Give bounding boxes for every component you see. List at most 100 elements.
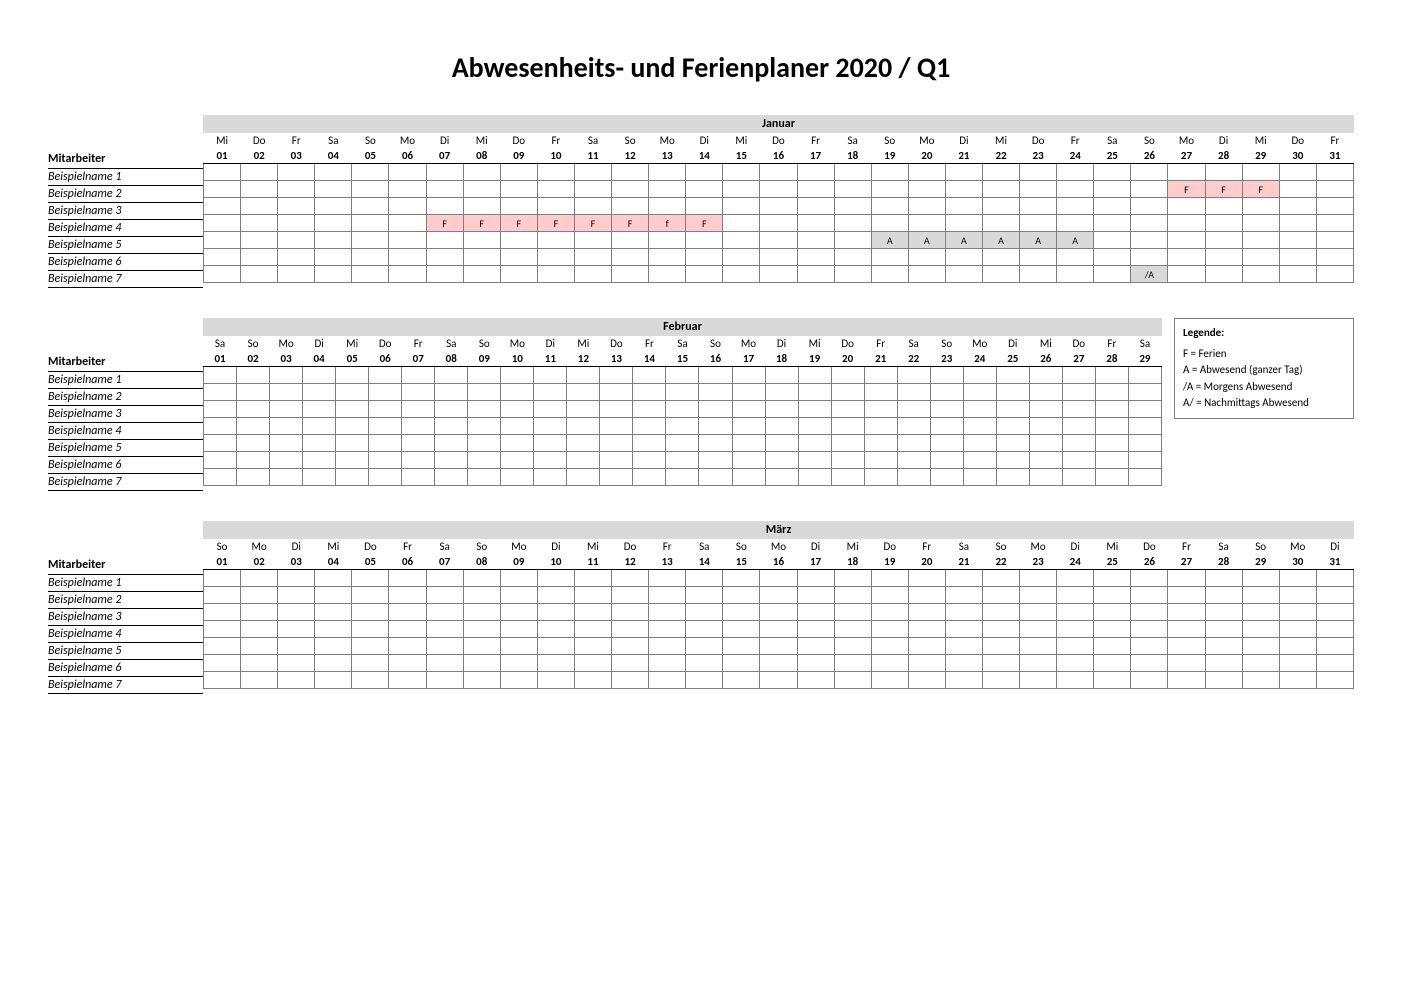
planner-cell[interactable]	[834, 249, 871, 266]
planner-cell[interactable]	[426, 249, 463, 266]
planner-cell[interactable]	[435, 401, 468, 418]
planner-cell[interactable]	[1057, 655, 1094, 672]
planner-cell[interactable]	[1316, 587, 1353, 604]
planner-cell[interactable]	[732, 469, 765, 486]
planner-cell[interactable]	[1020, 672, 1057, 689]
planner-cell[interactable]	[389, 570, 426, 587]
planner-cell[interactable]	[1131, 655, 1168, 672]
planner-cell[interactable]	[945, 215, 982, 232]
planner-cell[interactable]	[963, 418, 996, 435]
planner-cell[interactable]	[389, 164, 426, 181]
planner-cell[interactable]	[534, 435, 567, 452]
planner-cell[interactable]	[612, 570, 649, 587]
planner-cell[interactable]	[834, 604, 871, 621]
planner-cell[interactable]	[500, 621, 537, 638]
planner-cell[interactable]	[336, 469, 369, 486]
planner-cell[interactable]	[765, 367, 798, 384]
planner-cell[interactable]: F	[537, 215, 574, 232]
planner-cell[interactable]	[996, 401, 1029, 418]
planner-cell[interactable]	[612, 604, 649, 621]
planner-cell[interactable]	[1242, 621, 1279, 638]
planner-cell[interactable]	[797, 164, 834, 181]
planner-cell[interactable]	[352, 266, 389, 283]
planner-cell[interactable]	[831, 418, 864, 435]
planner-cell[interactable]	[897, 384, 930, 401]
planner-cell[interactable]	[435, 435, 468, 452]
planner-cell[interactable]	[534, 384, 567, 401]
planner-cell[interactable]	[723, 638, 760, 655]
planner-cell[interactable]	[468, 384, 501, 401]
planner-cell[interactable]	[468, 367, 501, 384]
planner-cell[interactable]	[241, 570, 278, 587]
planner-cell[interactable]	[633, 452, 666, 469]
planner-cell[interactable]	[1131, 232, 1168, 249]
planner-cell[interactable]	[1020, 215, 1057, 232]
planner-cell[interactable]	[1316, 638, 1353, 655]
planner-cell[interactable]	[908, 604, 945, 621]
planner-cell[interactable]	[1168, 655, 1205, 672]
planner-cell[interactable]	[352, 587, 389, 604]
planner-cell[interactable]	[945, 587, 982, 604]
planner-cell[interactable]	[1316, 266, 1353, 283]
planner-cell[interactable]	[996, 367, 1029, 384]
planner-cell[interactable]	[278, 266, 315, 283]
planner-cell[interactable]	[760, 164, 797, 181]
planner-cell[interactable]	[1205, 215, 1242, 232]
planner-cell[interactable]	[1029, 469, 1062, 486]
planner-cell[interactable]	[871, 587, 908, 604]
planner-cell[interactable]	[760, 655, 797, 672]
planner-cell[interactable]	[204, 672, 241, 689]
planner-cell[interactable]	[765, 384, 798, 401]
planner-cell[interactable]	[797, 638, 834, 655]
planner-cell[interactable]	[1029, 452, 1062, 469]
planner-cell[interactable]	[930, 418, 963, 435]
planner-cell[interactable]	[982, 181, 1019, 198]
planner-cell[interactable]: A	[908, 232, 945, 249]
planner-cell[interactable]	[1131, 672, 1168, 689]
planner-cell[interactable]	[834, 266, 871, 283]
planner-cell[interactable]	[369, 367, 402, 384]
planner-cell[interactable]	[534, 401, 567, 418]
planner-cell[interactable]	[732, 452, 765, 469]
planner-cell[interactable]	[1057, 672, 1094, 689]
planner-cell[interactable]	[723, 587, 760, 604]
planner-cell[interactable]	[982, 587, 1019, 604]
planner-cell[interactable]	[945, 655, 982, 672]
planner-cell[interactable]	[534, 418, 567, 435]
planner-cell[interactable]	[1168, 215, 1205, 232]
planner-cell[interactable]	[1168, 198, 1205, 215]
planner-cell[interactable]: f	[649, 215, 686, 232]
planner-cell[interactable]	[463, 232, 500, 249]
planner-cell[interactable]	[908, 198, 945, 215]
planner-cell[interactable]	[1128, 418, 1161, 435]
planner-cell[interactable]	[389, 232, 426, 249]
planner-cell[interactable]	[303, 452, 336, 469]
planner-cell[interactable]	[834, 181, 871, 198]
planner-cell[interactable]	[897, 452, 930, 469]
planner-cell[interactable]	[204, 621, 241, 638]
planner-cell[interactable]	[1279, 604, 1316, 621]
planner-cell[interactable]	[765, 435, 798, 452]
planner-cell[interactable]	[1242, 587, 1279, 604]
planner-cell[interactable]	[996, 452, 1029, 469]
planner-cell[interactable]	[1131, 215, 1168, 232]
planner-cell[interactable]	[237, 435, 270, 452]
planner-cell[interactable]	[612, 621, 649, 638]
planner-cell[interactable]	[1131, 604, 1168, 621]
planner-cell[interactable]	[831, 469, 864, 486]
planner-cell[interactable]	[315, 232, 352, 249]
planner-cell[interactable]	[500, 570, 537, 587]
planner-cell[interactable]	[1094, 587, 1131, 604]
planner-cell[interactable]	[908, 266, 945, 283]
planner-cell[interactable]	[204, 587, 241, 604]
planner-cell[interactable]	[352, 249, 389, 266]
planner-cell[interactable]	[1205, 587, 1242, 604]
planner-cell[interactable]	[278, 249, 315, 266]
planner-cell[interactable]	[1242, 672, 1279, 689]
planner-cell[interactable]	[666, 435, 699, 452]
planner-cell[interactable]	[1128, 469, 1161, 486]
planner-cell[interactable]	[1242, 249, 1279, 266]
planner-cell[interactable]	[797, 587, 834, 604]
planner-cell[interactable]	[864, 418, 897, 435]
planner-cell[interactable]	[797, 672, 834, 689]
